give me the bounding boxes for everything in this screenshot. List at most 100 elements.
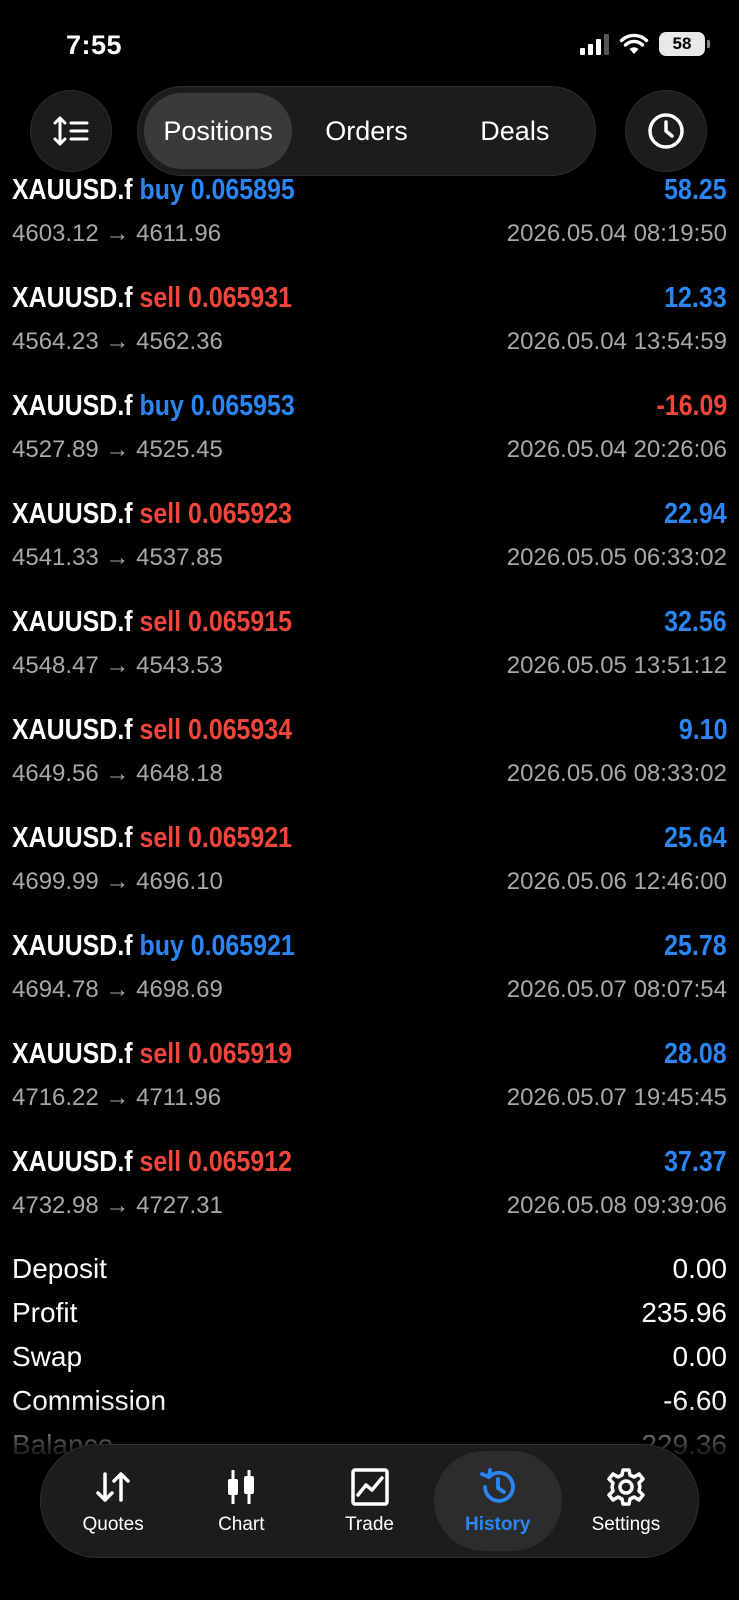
deal-title: XAUUSD.f buy 0.065921	[12, 930, 295, 963]
summary-value: 0.00	[672, 1341, 728, 1372]
deal-side: sell	[139, 498, 182, 530]
deal-profit: -16.09	[656, 390, 727, 422]
deal-time: 2026.05.08 09:39:06	[506, 1192, 727, 1219]
segmented-control: Positions Orders Deals	[137, 86, 596, 176]
deal-close-price: 4698.69	[136, 976, 223, 1003]
deal-side: sell	[139, 714, 182, 746]
deal-symbol: XAUUSD.f	[12, 606, 133, 638]
period-button[interactable]	[625, 90, 707, 172]
deal-row[interactable]: XAUUSD.f sell 0.065919 28.08 4716.22 → 471…	[0, 1032, 739, 1140]
deal-close-price: 4611.96	[136, 220, 222, 247]
deal-row[interactable]: XAUUSD.f sell 0.065921 25.64 4699.99 → 469…	[0, 816, 739, 924]
deal-symbol: XAUUSD.f	[12, 930, 133, 962]
arrow-right-icon: →	[98, 1084, 137, 1111]
deal-time: 2026.05.05 06:33:02	[506, 544, 727, 571]
deal-title: XAUUSD.f buy 0.065895	[12, 174, 295, 207]
battery-indicator: 58	[659, 32, 710, 56]
deal-side: sell	[139, 1146, 182, 1178]
tab-settings-label: Settings	[591, 1514, 661, 1535]
deal-symbol: XAUUSD.f	[12, 714, 133, 746]
arrow-right-icon: →	[98, 868, 137, 895]
deal-volume: 0.065934	[188, 714, 293, 746]
tab-bar: Quotes Chart Trade History Settings	[40, 1444, 699, 1558]
deal-row[interactable]: XAUUSD.f sell 0.065931 12.33 4564.23 → 456…	[0, 276, 739, 384]
deal-time: 2026.05.05 13:51:12	[506, 652, 727, 679]
deal-profit: 25.78	[664, 930, 727, 962]
deal-row[interactable]: XAUUSD.f sell 0.065915 32.56 4548.47 → 454…	[0, 600, 739, 708]
deal-profit: 28.08	[664, 1038, 727, 1070]
deal-close-price: 4525.45	[136, 436, 223, 463]
gear-icon	[607, 1468, 645, 1506]
arrow-right-icon: →	[98, 976, 137, 1003]
deal-prices: 4564.23 → 4562.36	[12, 328, 223, 356]
deal-profit: 32.56	[664, 606, 727, 638]
deal-title: XAUUSD.f sell 0.065915	[12, 606, 292, 639]
deal-open-price: 4527.89	[12, 436, 99, 463]
deal-open-price: 4732.98	[12, 1192, 99, 1219]
deal-open-price: 4548.47	[12, 652, 99, 679]
deal-volume: 0.065923	[188, 498, 293, 530]
tab-settings[interactable]: Settings	[562, 1451, 690, 1551]
deal-title: XAUUSD.f sell 0.065921	[12, 822, 292, 855]
deal-profit: 22.94	[664, 498, 727, 530]
segment-positions[interactable]: Positions	[144, 93, 293, 169]
deal-prices: 4548.47 → 4543.53	[12, 652, 223, 680]
candlestick-icon	[228, 1470, 255, 1504]
deal-prices: 4694.78 → 4698.69	[12, 976, 223, 1004]
deal-volume: 0.065915	[188, 606, 293, 638]
status-indicators: 58	[580, 32, 710, 56]
tab-history-label: History	[464, 1514, 531, 1535]
deal-open-price: 4541.33	[12, 544, 99, 571]
deal-side: sell	[139, 1038, 182, 1070]
tab-quotes-label: Quotes	[82, 1514, 144, 1535]
deal-volume: 0.065919	[188, 1038, 293, 1070]
status-time: 7:55	[66, 30, 123, 60]
deal-row[interactable]: XAUUSD.f buy 0.065921 25.78 4694.78 → 4698…	[0, 924, 739, 1032]
summary-label: Deposit	[12, 1253, 107, 1284]
deal-title: XAUUSD.f sell 0.065931	[12, 282, 292, 315]
deal-row[interactable]: XAUUSD.f buy 0.065895 58.25 4603.12 → 4611…	[0, 168, 739, 276]
deal-title: XAUUSD.f sell 0.065934	[12, 714, 292, 747]
arrow-right-icon: →	[98, 760, 137, 787]
tab-history[interactable]: History	[433, 1451, 562, 1551]
deal-prices: 4649.56 → 4648.18	[12, 760, 223, 788]
deal-profit: 12.33	[664, 282, 727, 314]
deal-volume: 0.065931	[188, 282, 293, 314]
deal-close-price: 4711.96	[136, 1084, 222, 1111]
deal-time: 2026.05.06 12:46:00	[506, 868, 727, 895]
sort-button[interactable]	[30, 90, 112, 172]
arrow-right-icon: →	[98, 544, 137, 571]
deal-row[interactable]: XAUUSD.f buy 0.065953 -16.09 4527.89 → 452…	[0, 384, 739, 492]
deal-open-price: 4564.23	[12, 328, 99, 355]
tab-quotes[interactable]: Quotes	[49, 1451, 177, 1551]
tab-trade[interactable]: Trade	[305, 1451, 433, 1551]
deal-profit: 9.10	[678, 714, 727, 746]
deal-prices: 4716.22 → 4711.96	[12, 1084, 221, 1112]
deal-prices: 4603.12 → 4611.96	[12, 220, 221, 248]
segment-deals[interactable]: Deals	[441, 93, 589, 169]
deal-volume: 0.065921	[188, 822, 293, 854]
deal-side: buy	[139, 930, 184, 962]
arrow-right-icon: →	[98, 1192, 137, 1219]
deal-row[interactable]: XAUUSD.f sell 0.065912 37.37 4732.98 → 472…	[0, 1140, 739, 1248]
summary-value: 235.96	[641, 1297, 727, 1328]
deal-side: sell	[139, 606, 182, 638]
history-clock-icon	[479, 1468, 515, 1503]
sort-icon	[53, 116, 89, 146]
deal-row[interactable]: XAUUSD.f sell 0.065923 22.94 4541.33 → 453…	[0, 492, 739, 600]
arrow-right-icon: →	[98, 652, 137, 679]
deal-open-price: 4649.56	[12, 760, 99, 787]
deal-profit: 25.64	[664, 822, 727, 854]
segment-orders[interactable]: Orders	[292, 93, 440, 169]
cellular-signal-icon	[580, 33, 609, 55]
deal-profit: 58.25	[664, 174, 727, 206]
tab-chart[interactable]: Chart	[177, 1451, 305, 1551]
tab-chart-label: Chart	[218, 1514, 265, 1535]
summary-label: Profit	[12, 1297, 78, 1328]
deal-row[interactable]: XAUUSD.f sell 0.065934 9.10 4649.56 → 4648…	[0, 708, 739, 816]
deal-side: sell	[139, 822, 182, 854]
deal-title: XAUUSD.f sell 0.065912	[12, 1146, 292, 1179]
trade-chart-icon	[350, 1468, 389, 1506]
deal-open-price: 4699.99	[12, 868, 99, 895]
deal-list: XAUUSD.f buy 0.065895 58.25 4603.12 → 4611…	[0, 168, 739, 1248]
